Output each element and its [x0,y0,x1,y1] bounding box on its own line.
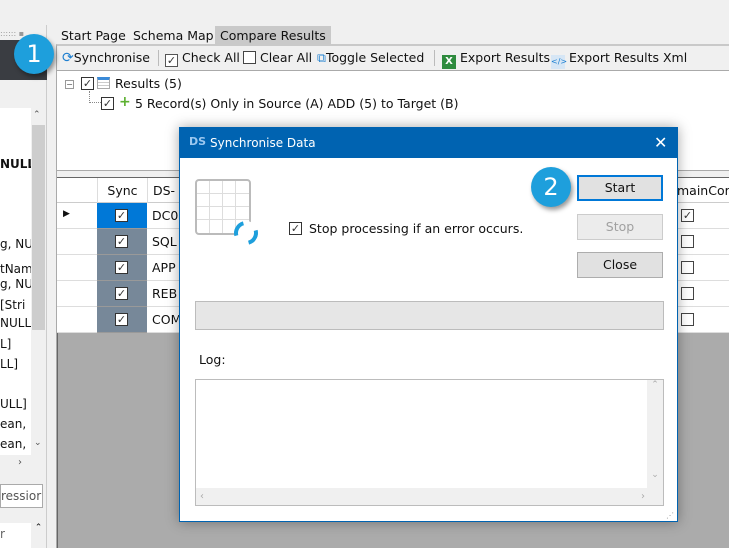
column-definition-text: [Stri [0,298,26,312]
column-definition-text: NULL [0,316,32,330]
header-sync[interactable]: Sync [97,178,147,203]
scroll-down-icon[interactable]: ⌄ [34,438,42,448]
sync-cell[interactable]: ✓ [97,281,147,307]
checkbox-empty-icon [243,51,256,64]
dialog-title: Synchronise Data [210,136,316,150]
column-definition-text: NULL [0,157,36,171]
filter-input[interactable]: ressior [0,484,43,508]
checkbox-checked-icon: ✓ [165,54,178,67]
maincon-cell[interactable] [677,229,729,255]
column-definition-text: g, NU [0,277,34,291]
sync-cell[interactable]: ✓ [97,203,147,229]
sync-cell[interactable]: ✓ [97,255,147,281]
toolbar-divider [434,50,435,66]
scroll-up-icon[interactable]: ⌃ [31,523,46,548]
sync-icon: ⟳ [62,50,74,66]
check-all-button[interactable]: ✓ Check All [165,48,240,68]
plus-icon: + [119,94,131,110]
sync-checkbox[interactable]: ✓ [115,209,128,222]
tree-line [89,91,101,103]
clear-all-button[interactable]: Clear All [243,48,312,68]
start-button[interactable]: Start [577,175,663,201]
sync-cell[interactable]: ✓ [97,229,147,255]
log-vertical-scrollbar[interactable]: ⌃ ⌄ [647,380,663,488]
maincon-cell[interactable] [677,307,729,333]
stop-on-error-label[interactable]: Stop processing if an error occurs. [309,221,523,236]
bottom-list[interactable]: r ⌃ [0,523,46,548]
xml-icon: </> [551,55,567,69]
child-checkbox[interactable]: ✓ [101,97,114,110]
column-definition-text: ULL] [0,397,27,411]
toggle-selected-button[interactable]: ⧉Toggle Selected [317,48,424,68]
toggle-icon: ⧉ [317,50,326,65]
table-icon [97,77,110,89]
dialog-title-bar[interactable]: DS Synchronise Data ✕ [180,128,677,158]
left-panel: :::::: ▪ NULL g, NU tNam g, NU [Stri NULL L] LL… [0,25,47,548]
excel-icon: X [442,55,456,69]
maincon-checkbox[interactable]: ✓ [681,209,694,222]
log-horizontal-scrollbar[interactable]: ‹ › [196,488,663,505]
tab-schema-map[interactable]: Schema Map [128,26,219,45]
column-definition-text: LL] [0,357,19,371]
maincon-checkbox[interactable] [681,261,694,274]
column-definition-text: L] [0,337,12,351]
vertical-scrollbar[interactable]: ⌃ ⌄ [31,108,46,455]
resize-grip[interactable]: ⋰ [666,511,674,520]
row-header[interactable] [57,307,97,333]
close-icon[interactable]: ✕ [654,133,667,152]
scroll-thumb[interactable] [32,125,45,330]
stop-on-error-checkbox[interactable]: ✓ [289,222,302,235]
sync-checkbox[interactable]: ✓ [115,313,128,326]
progress-bar [195,301,664,330]
sync-cell[interactable]: ✓ [97,307,147,333]
maincon-checkbox[interactable] [681,235,694,248]
sync-checkbox[interactable]: ✓ [115,235,128,248]
maincon-checkbox[interactable] [681,287,694,300]
sync-checkbox[interactable]: ✓ [115,261,128,274]
splitter[interactable] [47,25,56,548]
current-row-icon: ▶ [63,209,70,219]
tree-child-label[interactable]: 5 Record(s) Only in Source (A) ADD (5) t… [135,96,458,111]
maincon-checkbox[interactable] [681,313,694,326]
close-button[interactable]: Close [577,252,663,278]
stop-button[interactable]: Stop [577,214,663,240]
step-badge-1: 1 [14,34,54,74]
header-maincon[interactable]: mainCor [677,178,729,203]
tree-root-label[interactable]: Results (5) [115,76,182,91]
sync-checkbox[interactable]: ✓ [115,287,128,300]
tab-compare-results[interactable]: Compare Results [215,26,331,45]
export-results-button[interactable]: X Export Results [442,48,550,69]
row-header[interactable] [57,229,97,255]
export-results-xml-button[interactable]: </> Export Results Xml [551,48,687,69]
step-badge-2: 2 [531,167,571,207]
column-definition-text: tNam [0,262,33,276]
scroll-right-icon[interactable]: › [18,457,22,468]
toolbar-divider [158,50,159,66]
column-definition-text: g, NU [0,237,34,251]
columns-list[interactable]: NULL g, NU tNam g, NU [Stri NULL L] LL] ULL] ean,… [0,108,46,455]
log-label: Log: [199,352,226,367]
maincon-cell[interactable]: ✓ [677,203,729,229]
scroll-up-icon[interactable]: ⌃ [33,110,41,120]
maincon-cell[interactable] [677,255,729,281]
collapse-icon[interactable]: − [65,80,74,89]
tab-start-page[interactable]: Start Page [56,26,131,45]
log-textarea[interactable]: ⌃ ⌄ ‹ › [195,379,664,506]
app-logo-icon: DS [189,135,207,148]
maincon-cell[interactable] [677,281,729,307]
list-item[interactable]: r [0,527,5,541]
row-header[interactable]: ▶ [57,203,97,229]
synchronise-button[interactable]: ⟳Synchronise [62,48,150,68]
row-header[interactable] [57,281,97,307]
results-checkbox[interactable]: ✓ [81,77,94,90]
row-header[interactable] [57,255,97,281]
